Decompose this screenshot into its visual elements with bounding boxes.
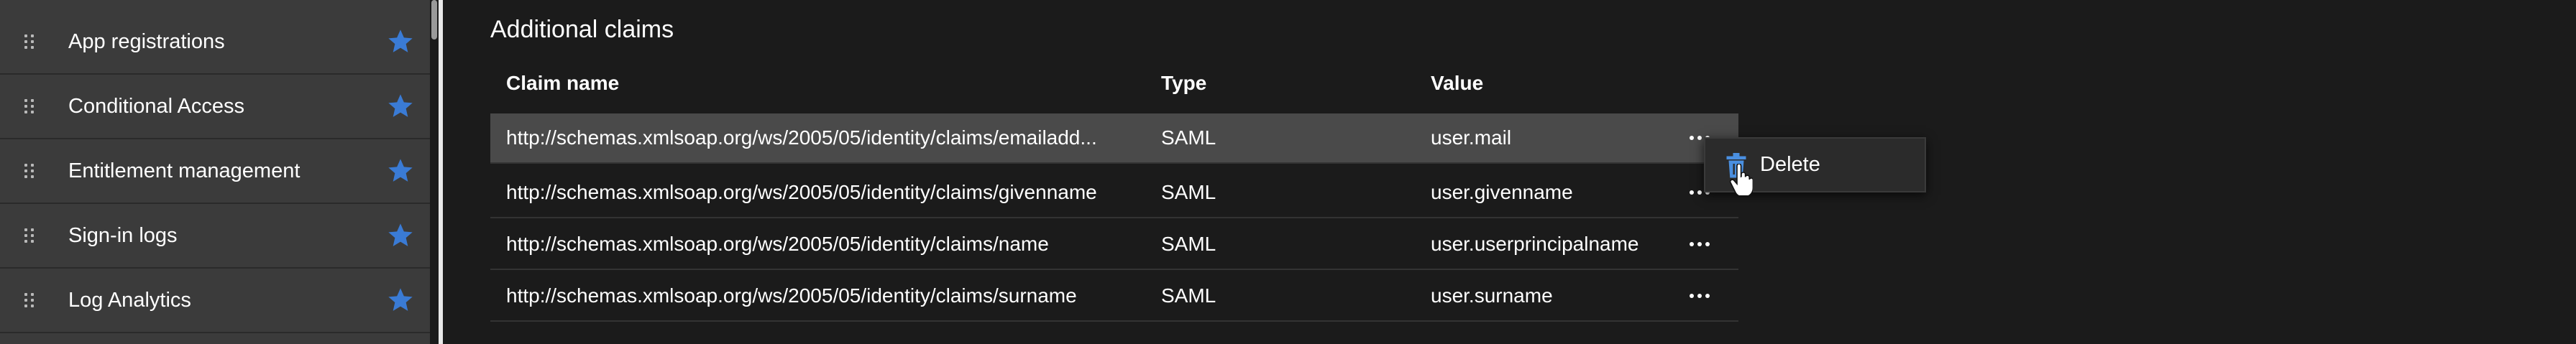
claim-value-cell: user.userprincipalname [1431,233,1639,255]
more-actions-button[interactable] [1682,220,1718,269]
column-header-value[interactable]: Value [1431,72,1483,95]
sidebar-item-sign-in-logs[interactable]: Sign-in logs [0,204,430,269]
column-header-claim-name[interactable]: Claim name [506,72,619,95]
drag-handle-icon[interactable] [24,99,35,113]
claim-name-cell: http://schemas.xmlsoap.org/ws/2005/05/id… [506,126,1097,149]
claim-name-cell: http://schemas.xmlsoap.org/ws/2005/05/id… [506,233,1049,255]
star-icon[interactable] [386,157,415,185]
drag-handle-icon[interactable] [24,228,35,243]
drag-handle-icon[interactable] [24,34,35,49]
claim-value-cell: user.givenname [1431,181,1573,203]
claim-value-cell: user.mail [1431,126,1512,149]
claim-name-cell: http://schemas.xmlsoap.org/ws/2005/05/id… [506,284,1077,307]
claim-type-cell: SAML [1161,284,1216,307]
sidebar-item-label: Conditional Access [68,94,245,118]
ellipsis-icon [1690,242,1710,246]
claim-type-cell: SAML [1161,126,1216,149]
claim-type-cell: SAML [1161,181,1216,203]
star-icon[interactable] [386,286,415,315]
sidebar-item-log-analytics[interactable]: Log Analytics [0,269,430,333]
sidebar-item-entitlement-management[interactable]: Entitlement management [0,139,430,204]
section-title: Additional claims [490,16,674,43]
hand-pointer-cursor-icon [1730,164,1753,195]
more-actions-button[interactable] [1682,271,1718,320]
table-row[interactable]: http://schemas.xmlsoap.org/ws/2005/05/id… [490,113,1738,164]
column-header-type[interactable]: Type [1161,72,1206,95]
sidebar-nav: App registrations Conditional Access Ent… [0,0,430,344]
sidebar-item-label: App registrations [68,29,225,53]
sidebar-scrollbar[interactable] [430,0,439,344]
table-row[interactable]: http://schemas.xmlsoap.org/ws/2005/05/id… [490,220,1738,270]
main-content: Additional claims Claim name Type Value … [443,0,2576,344]
table-row[interactable]: http://schemas.xmlsoap.org/ws/2005/05/id… [490,168,1738,218]
star-icon[interactable] [386,221,415,250]
claim-name-cell: http://schemas.xmlsoap.org/ws/2005/05/id… [506,181,1097,203]
star-icon[interactable] [386,27,415,56]
sidebar-item-label: Sign-in logs [68,223,178,247]
table-row[interactable]: http://schemas.xmlsoap.org/ws/2005/05/id… [490,271,1738,322]
drag-handle-icon[interactable] [24,164,35,178]
sidebar-item-conditional-access[interactable]: Conditional Access [0,75,430,139]
scrollbar-thumb[interactable] [431,0,437,39]
sidebar-item-label: Entitlement management [68,159,301,182]
delete-label: Delete [1760,153,1820,176]
sidebar-item-label: Log Analytics [68,288,191,312]
sidebar-item-app-registrations[interactable]: App registrations [0,10,430,75]
ellipsis-icon [1690,294,1710,298]
drag-handle-icon[interactable] [24,293,35,307]
claim-value-cell: user.surname [1431,284,1553,307]
star-icon[interactable] [386,92,415,121]
claim-type-cell: SAML [1161,233,1216,255]
